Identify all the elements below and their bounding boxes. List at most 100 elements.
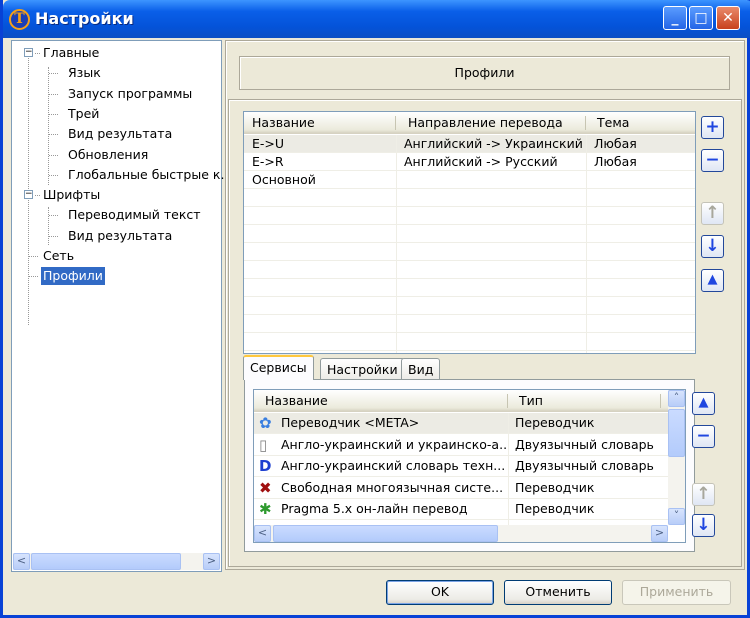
column-direction[interactable]: Направление перевода: [400, 112, 563, 134]
table-cell: E->R: [252, 154, 284, 169]
scroll-thumb[interactable]: [273, 525, 498, 542]
table-row[interactable]: E->U Английский -> Украинский Любая: [244, 135, 695, 153]
service-type: Переводчик: [515, 479, 595, 495]
tree-item[interactable]: Запуск программы: [66, 85, 194, 103]
puzzle-icon: ✱: [259, 500, 272, 518]
collapse-toggle-icon[interactable]: −: [24, 190, 33, 200]
tree-item[interactable]: Сеть: [41, 247, 76, 265]
dl-icon: D: [259, 457, 272, 475]
service-type: Переводчик: [515, 501, 595, 516]
list-item[interactable]: D Англо-украинский словарь техн... Двуязыч…: [254, 456, 668, 477]
ok-button[interactable]: OK: [386, 580, 494, 605]
table-row[interactable]: [244, 225, 695, 243]
column-name[interactable]: Название: [244, 112, 315, 134]
tree-item[interactable]: Глобальные быстрые к.: [66, 166, 226, 184]
tab-view[interactable]: Вид: [401, 358, 441, 380]
table-row[interactable]: [244, 279, 695, 297]
collapse-button[interactable]: ▲: [701, 269, 724, 292]
list-item[interactable]: ✱ Pragma 5.x он-лайн перевод Переводчик: [254, 499, 668, 520]
scroll-left-button[interactable]: <: [254, 525, 271, 542]
services-header: Название Тип: [254, 390, 668, 412]
service-name: Переводчик <META>: [281, 415, 420, 430]
table-row[interactable]: [244, 261, 695, 279]
window-title: Настройки: [35, 9, 134, 28]
table-row[interactable]: [244, 189, 695, 207]
column-theme[interactable]: Тема: [589, 112, 629, 134]
service-name: Pragma 5.x он-лайн перевод: [281, 501, 468, 516]
app-logo-icon: T: [9, 9, 30, 30]
tab-content: Название Тип ✿ Переводчик <META> Переводчи…: [244, 379, 695, 552]
document-icon: ▯: [259, 435, 268, 454]
column-type[interactable]: Тип: [511, 390, 543, 412]
service-name: Англо-украинский словарь техн...: [281, 458, 506, 473]
table-row[interactable]: [244, 333, 695, 351]
tree-item[interactable]: Главные: [41, 44, 101, 62]
table-row[interactable]: [244, 315, 695, 333]
table-row[interactable]: [244, 207, 695, 225]
table-cell: Любая: [594, 136, 637, 151]
scroll-right-button[interactable]: >: [203, 553, 220, 570]
table-row[interactable]: [244, 297, 695, 315]
table-row[interactable]: E->R Английский -> Русский Любая: [244, 153, 695, 171]
table-cell: Английский -> Украинский: [404, 136, 583, 151]
service-up-button[interactable]: ↑: [692, 483, 715, 506]
tree-item[interactable]: Язык: [66, 64, 103, 82]
tree-item[interactable]: Вид результата: [66, 125, 174, 143]
service-name: Свободная многоязычная систе...: [281, 479, 504, 495]
add-profile-button[interactable]: +: [701, 116, 724, 139]
scroll-left-button[interactable]: <: [13, 553, 30, 570]
table-row[interactable]: [244, 243, 695, 261]
services-vertical-scrollbar[interactable]: ˄ ˅: [668, 390, 685, 525]
cancel-button[interactable]: Отменить: [504, 580, 612, 605]
profiles-header: Название Направление перевода Тема: [244, 112, 695, 134]
apply-button[interactable]: Применить: [622, 580, 731, 605]
settings-tree: − Главные Язык Запуск программы Трей Вид резу…: [11, 40, 224, 572]
collapse-toggle-icon[interactable]: −: [24, 48, 33, 57]
move-up-button[interactable]: ↑: [701, 202, 724, 225]
table-cell: Английский -> Русский: [404, 154, 558, 169]
collapse-services-button[interactable]: ▲: [692, 392, 715, 415]
remove-service-button[interactable]: −: [692, 425, 715, 448]
scroll-thumb[interactable]: [31, 553, 181, 570]
page-title: Профили: [239, 56, 730, 90]
content-panel: Профили Название Направление перевода Те…: [225, 40, 745, 570]
scroll-up-button[interactable]: ˄: [668, 390, 685, 407]
tree-item[interactable]: Переводимый текст: [66, 206, 203, 224]
tree-horizontal-scrollbar[interactable]: < >: [13, 553, 220, 570]
tab-settings[interactable]: Настройки: [320, 358, 405, 380]
table-cell: Любая: [594, 154, 637, 169]
tree-item[interactable]: Профили: [41, 267, 105, 286]
remove-profile-button[interactable]: −: [701, 149, 724, 172]
cross-icon: ✖: [259, 478, 272, 497]
services-table: Название Тип ✿ Переводчик <META> Переводчи…: [253, 389, 686, 543]
flower-icon: ✿: [259, 414, 272, 432]
service-type: Двуязычный словарь: [515, 436, 654, 452]
service-name: Англо-украинский и украинско-а...: [281, 436, 506, 452]
table-cell: Основной: [252, 172, 316, 187]
services-horizontal-scrollbar[interactable]: < >: [254, 525, 668, 542]
tree-item[interactable]: Обновления: [66, 146, 150, 164]
scroll-down-button[interactable]: ˅: [668, 508, 685, 525]
maximize-button[interactable]: □: [689, 6, 713, 30]
move-down-button[interactable]: ↓: [701, 235, 724, 258]
column-name[interactable]: Название: [257, 390, 328, 412]
scroll-right-button[interactable]: >: [651, 525, 668, 542]
profiles-table: Название Направление перевода Тема E->U А…: [243, 111, 696, 354]
settings-window: T Настройки _ □ ✕ − Главные Язык Запуск про…: [0, 0, 750, 618]
tab-services[interactable]: Сервисы: [243, 355, 314, 380]
scroll-thumb[interactable]: [668, 409, 685, 457]
close-button[interactable]: ✕: [716, 6, 740, 30]
service-type: Двуязычный словарь: [515, 458, 654, 473]
tree-item[interactable]: Шрифты: [41, 186, 102, 204]
tree-item[interactable]: Трей: [66, 105, 101, 123]
list-item[interactable]: ▯ Англо-украинский и украинско-а... Двуязы…: [254, 435, 668, 456]
list-item[interactable]: ✿ Переводчик <META> Переводчик: [254, 413, 668, 434]
minimize-button[interactable]: _: [663, 6, 687, 30]
tree-item[interactable]: Вид результата: [66, 227, 174, 245]
table-cell: E->U: [252, 136, 285, 151]
service-type: Переводчик: [515, 415, 595, 430]
service-down-button[interactable]: ↓: [692, 514, 715, 537]
table-row[interactable]: Основной: [244, 171, 695, 189]
list-item[interactable]: ✖ Свободная многоязычная систе... Переводч…: [254, 478, 668, 499]
title-bar: T Настройки _ □ ✕: [3, 0, 750, 38]
